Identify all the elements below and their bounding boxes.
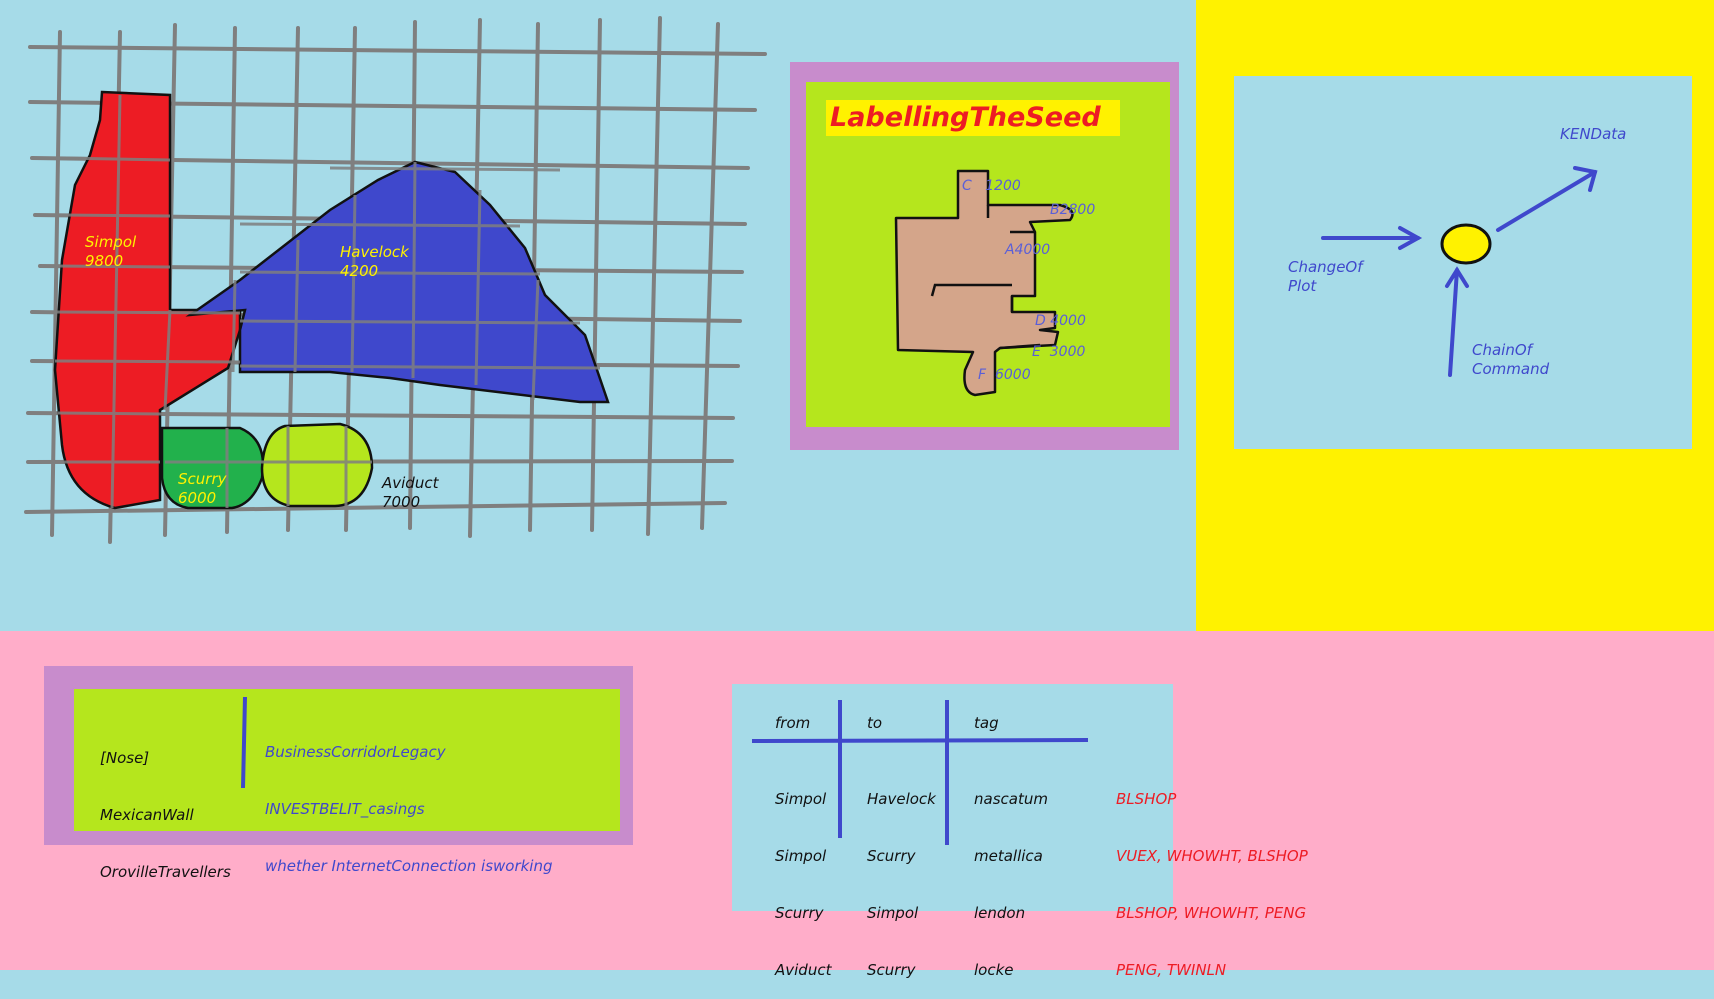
table-cell: PENG, TWINLN <box>1116 961 1227 979</box>
table-cell: VUEX, WHOWHT, BLSHOP <box>1116 847 1308 865</box>
table-cell: nascatum <box>974 790 1048 808</box>
table-cell: Simpol <box>775 847 827 865</box>
table-column-tag: nascatum metallica lendon locke <box>974 752 1048 999</box>
table-cell: Aviduct <box>775 961 832 979</box>
table-cell: BLSHOP, WHOWHT, PENG <box>1116 904 1307 922</box>
table-cell: Scurry <box>867 847 916 865</box>
table-column-from: Simpol Simpol Scurry Aviduct <box>775 752 831 999</box>
table-cell: lendon <box>974 904 1026 922</box>
table-cell: BLSHOP <box>1116 790 1177 808</box>
table-header-from: from <box>775 714 811 732</box>
table-header-tag: tag <box>974 714 999 732</box>
table-cell: locke <box>974 961 1014 979</box>
table-cell: Simpol <box>867 904 919 922</box>
table-cell: Scurry <box>775 904 824 922</box>
table-cell: metallica <box>974 847 1043 865</box>
table-cell: Scurry <box>867 961 916 979</box>
table-cell: Simpol <box>775 790 827 808</box>
table-cell: Havelock <box>867 790 936 808</box>
table-column-extra: BLSHOP VUEX, WHOWHT, BLSHOP BLSHOP, WHOW… <box>1116 752 1308 999</box>
relation-table-lines <box>751 700 1089 845</box>
table-header-to: to <box>867 714 883 732</box>
table-column-to: Havelock Scurry Simpol Scurry <box>867 752 936 999</box>
